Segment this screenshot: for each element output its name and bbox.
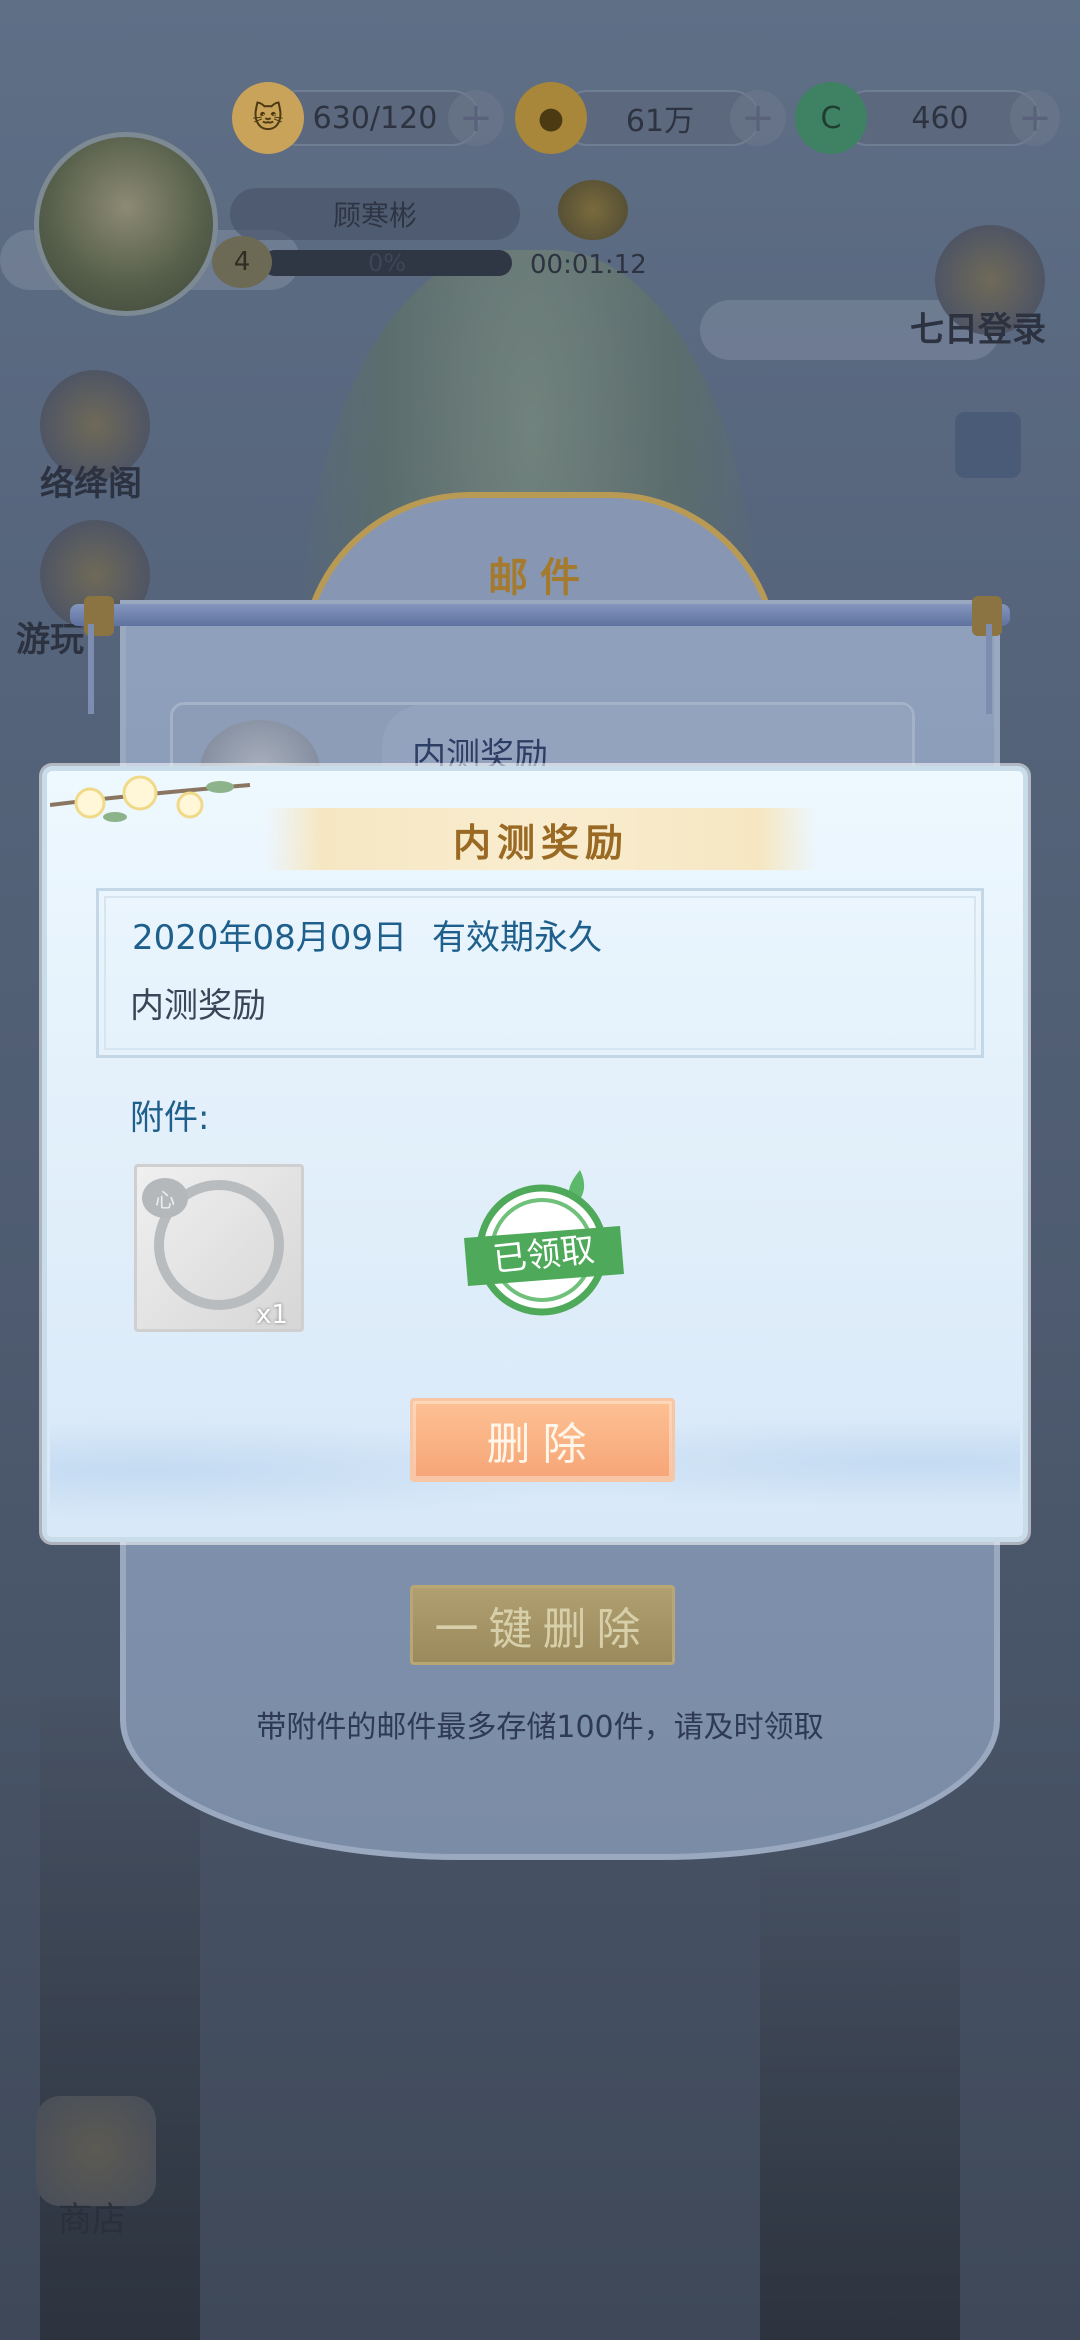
timer-text: 00:01:12 xyxy=(530,250,647,280)
clock-icon[interactable] xyxy=(558,180,628,240)
player-avatar[interactable] xyxy=(34,132,218,316)
tassel xyxy=(986,624,992,714)
stamina-value: 630/120 xyxy=(312,100,438,136)
delete-button[interactable]: 删除 xyxy=(410,1398,675,1482)
attachment-name: 心 xyxy=(142,1178,188,1218)
add-coin-button[interactable]: + xyxy=(730,90,786,146)
mail-body: 内测奖励 xyxy=(130,986,266,1026)
jade-icon: C xyxy=(795,82,867,154)
level-badge: 4 xyxy=(212,236,272,288)
attachment-count: x1 xyxy=(256,1300,288,1330)
jade-value: 460 xyxy=(911,100,969,136)
add-jade-button[interactable]: + xyxy=(1010,90,1060,146)
shop-label: 商店 xyxy=(58,2200,126,2240)
flower-branch-icon xyxy=(50,775,251,822)
storage-note: 带附件的邮件最多存储100件，请及时领取 xyxy=(256,1710,824,1745)
mail-date: 2020年08月09日 xyxy=(132,918,408,958)
tassel xyxy=(88,624,94,714)
delete-all-button[interactable]: 一键删除 xyxy=(410,1585,675,1665)
side-menu-label: 络绛阁 xyxy=(40,464,142,504)
mail-expiry: 有效期永久 xyxy=(432,918,602,958)
claimed-stamp-icon: 已领取 xyxy=(464,1170,624,1316)
seven-day-login-label: 七日登录 xyxy=(910,310,1046,350)
dialog-title: 内测奖励 xyxy=(266,808,816,870)
attachments-label: 附件: xyxy=(130,1098,210,1138)
add-stamina-button[interactable]: + xyxy=(448,90,504,146)
exp-bar: 0% xyxy=(262,249,512,277)
coin-value: 61万 xyxy=(625,104,695,139)
mail-title: 邮件 xyxy=(488,555,592,601)
player-name: 顾寒彬 xyxy=(230,188,520,240)
background-pillar xyxy=(760,1850,960,2340)
coin-icon: ● xyxy=(515,82,587,154)
shop-button[interactable] xyxy=(36,2096,156,2206)
scroll-rod xyxy=(70,604,1010,626)
close-x-icon[interactable] xyxy=(955,412,1021,478)
stamina-icon: 🐱 xyxy=(232,82,304,154)
